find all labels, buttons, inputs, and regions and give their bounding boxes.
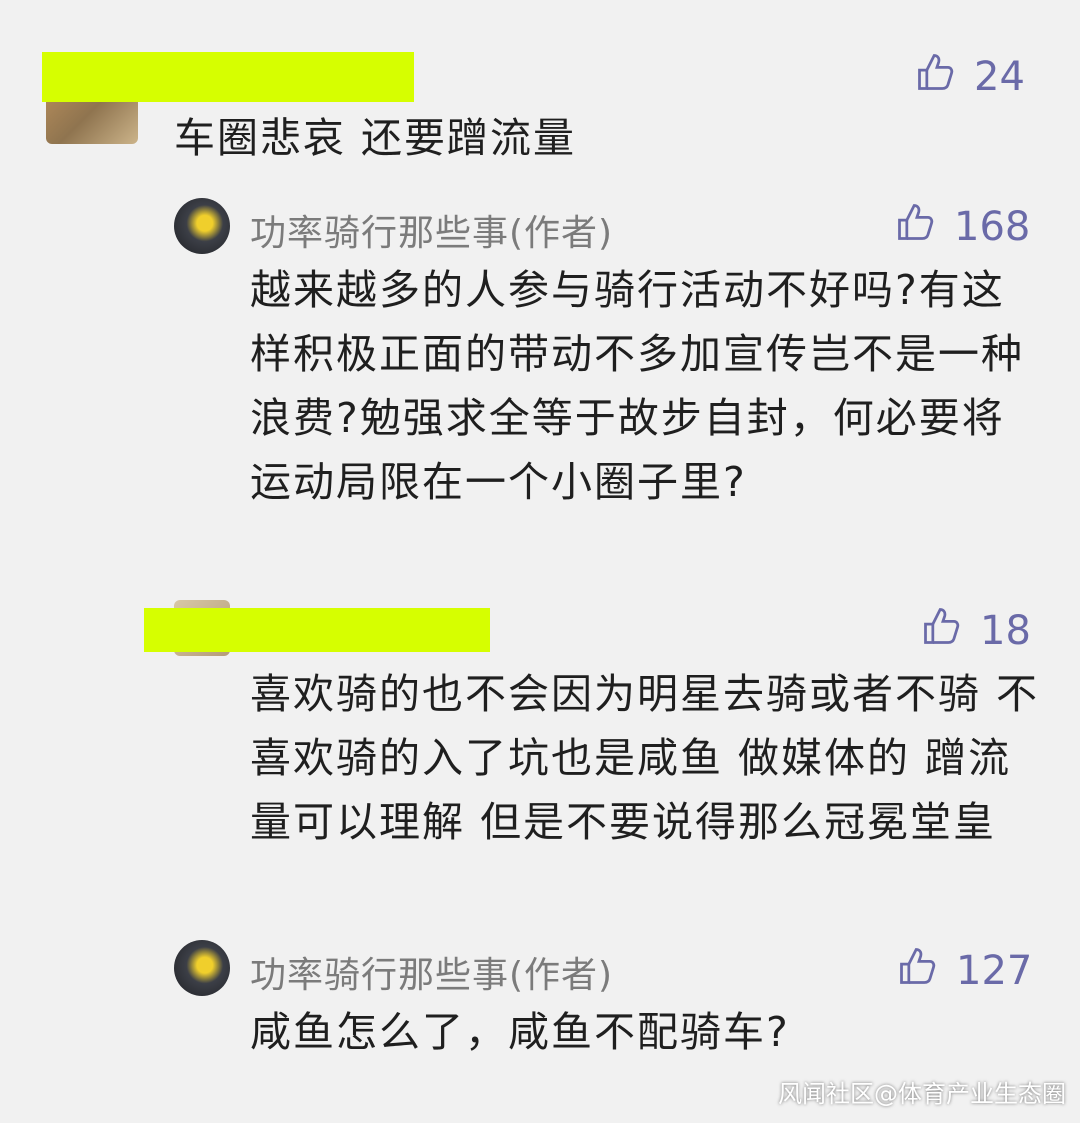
avatar[interactable] xyxy=(174,940,230,996)
like-count: 168 xyxy=(954,204,1031,250)
redacted-username xyxy=(144,608,490,652)
comment-1: 24 车圈悲哀 还要蹭流量 xyxy=(0,0,1080,180)
like-button[interactable]: 168 xyxy=(894,200,1030,254)
like-count: 24 xyxy=(974,54,1025,100)
like-button[interactable]: 127 xyxy=(896,944,1032,998)
thumbs-up-icon xyxy=(894,200,938,254)
comment-3: 18 喜欢骑的也不会因为明星去骑或者不骑 不喜欢骑的入了坑也是咸鱼 做媒体的 蹭… xyxy=(0,580,1080,910)
like-button[interactable]: 18 xyxy=(920,604,1031,658)
avatar[interactable] xyxy=(174,198,230,254)
like-count: 127 xyxy=(956,948,1033,994)
like-button[interactable]: 24 xyxy=(914,50,1025,104)
comment-text: 车圈悲哀 还要蹭流量 xyxy=(174,114,577,162)
comment-text: 越来越多的人参与骑行活动不好吗?有这样积极正面的带动不多加宣传岂不是一种浪费?勉… xyxy=(250,266,1024,506)
author-name[interactable]: 功率骑行那些事(作者) xyxy=(250,946,613,998)
thumbs-up-icon xyxy=(914,50,958,104)
comment-4: 功率骑行那些事(作者) 127 咸鱼怎么了，咸鱼不配骑车? xyxy=(0,910,1080,1090)
thumbs-up-icon xyxy=(920,604,964,658)
like-count: 18 xyxy=(980,608,1031,654)
comment-text: 咸鱼怎么了，咸鱼不配骑车? xyxy=(250,1008,790,1056)
watermark: 风闻社区@体育产业生态圈 xyxy=(778,1080,1066,1108)
redacted-username xyxy=(42,52,414,102)
thumbs-up-icon xyxy=(896,944,940,998)
comment-text: 喜欢骑的也不会因为明星去骑或者不骑 不喜欢骑的入了坑也是咸鱼 做媒体的 蹭流量可… xyxy=(250,670,1040,846)
comment-2: 功率骑行那些事(作者) 168 越来越多的人参与骑行活动不好吗?有这样积极正面的… xyxy=(0,180,1080,580)
author-name[interactable]: 功率骑行那些事(作者) xyxy=(250,204,613,256)
